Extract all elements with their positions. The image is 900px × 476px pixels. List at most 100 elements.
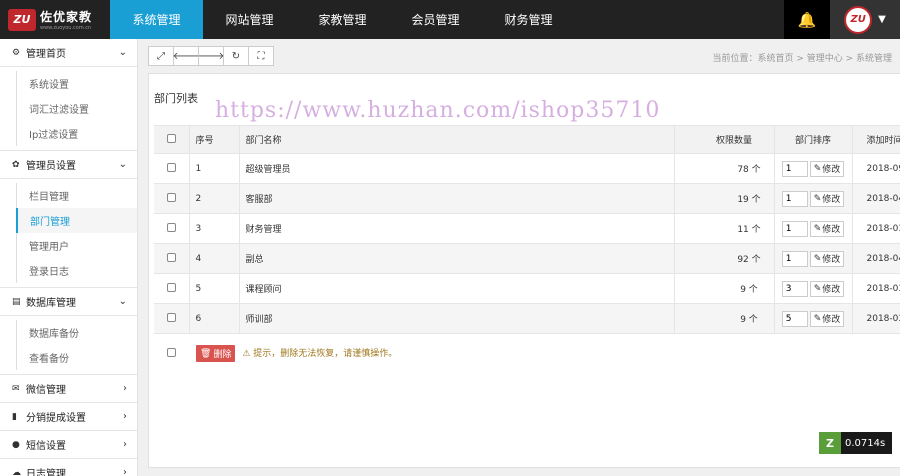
fullscreen-icon[interactable]: ⛶ <box>248 46 274 66</box>
header-name: 部门名称 <box>239 125 674 154</box>
main-nav: 系统管理 网站管理 家教管理 会员管理 财务管理 <box>110 0 575 39</box>
edit-button[interactable]: ✎ 修改 <box>809 190 845 207</box>
row-date: 2018-03- <box>852 213 900 244</box>
table-row: 1超级管理员78 个 ✎修改 2018-09- <box>154 153 900 184</box>
logo-mark: ZU <box>8 8 36 31</box>
edit-button[interactable]: ✎ 修改 <box>809 220 845 237</box>
table-footer-row: 🗑 删除 ⚠ 提示，删除无法恢复，请谨慎操作。 <box>154 333 900 374</box>
sidebar-item-2-2[interactable]: 部门管理 <box>16 208 137 233</box>
nav-item-2[interactable]: 网站管理 <box>203 0 296 39</box>
edit-button[interactable]: ✎ 修改 <box>809 280 845 297</box>
sidebar-item-3-1[interactable]: 数据库备份 <box>16 320 137 345</box>
user-menu[interactable]: ZU ▼ <box>830 0 900 39</box>
logo[interactable]: ZU 佐优家教 www.zuoyou.com.cn <box>0 0 110 39</box>
row-count: 9 个 <box>673 303 775 334</box>
chevron-down-icon: ⌄ <box>118 296 127 307</box>
header-count: 权限数量 <box>673 125 775 154</box>
chevron-right-icon: › <box>123 411 127 422</box>
table-header-row: 序号 部门名称 权限数量 部门排序 添加时间 <box>154 125 900 154</box>
sidebar-group-2[interactable]: ✿ 管理员设置 ⌄ <box>0 151 137 179</box>
row-date: 2018-04- <box>852 183 900 214</box>
sort-input[interactable] <box>781 220 808 237</box>
footer-checkbox[interactable] <box>167 347 176 357</box>
row-checkbox[interactable] <box>166 312 176 322</box>
sidebar-group-6[interactable]: ● 短信设置 › <box>0 431 137 459</box>
row-no: 1 <box>189 153 240 184</box>
row-checkbox[interactable] <box>166 282 176 292</box>
sort-input[interactable] <box>781 310 808 327</box>
sidebar-item-2-3[interactable]: 管理用户 <box>16 233 137 258</box>
nav-item-1[interactable]: 系统管理 <box>110 0 203 39</box>
row-name: 客服部 <box>239 183 674 214</box>
table-row: 6师训部9 个 ✎修改 2018-03- <box>154 303 900 334</box>
sort-input[interactable] <box>781 190 808 207</box>
warning-icon: ⚠ <box>242 348 251 359</box>
panel-title: 部门列表 <box>154 92 198 105</box>
sidebar-item-1-1[interactable]: 系统设置 <box>16 71 137 96</box>
row-no: 3 <box>189 213 240 244</box>
sidebar-group-7[interactable]: ☁ 日志管理 › <box>0 459 137 476</box>
delete-warning: ⚠ 提示，删除无法恢复，请谨慎操作。 <box>242 348 398 359</box>
edit-button[interactable]: ✎ 修改 <box>809 310 845 327</box>
select-all-checkbox[interactable] <box>166 133 176 143</box>
nav-item-5[interactable]: 财务管理 <box>482 0 575 39</box>
edit-icon: ✎ <box>813 283 822 294</box>
top-navbar: ZU 佐优家教 www.zuoyou.com.cn 系统管理 网站管理 家教管理 会员… <box>0 0 900 39</box>
forward-arrow-icon[interactable]: 🡒 <box>198 46 224 66</box>
chevron-right-icon: › <box>123 383 127 394</box>
table-row: 5课程顾问9 个 ✎修改 2018-03- <box>154 273 900 304</box>
logo-name: 佐优家教 <box>40 10 93 24</box>
row-date: 2018-03- <box>852 273 900 304</box>
sidebar-group-4[interactable]: ✉ 微信管理 › <box>0 375 137 403</box>
trash-icon: 🗑 <box>200 348 212 359</box>
sidebar-item-2-4[interactable]: 登录日志 <box>16 258 137 283</box>
row-name: 财务管理 <box>239 213 674 244</box>
row-count: 19 个 <box>673 183 775 214</box>
chart-icon: ▮ <box>12 411 17 422</box>
database-icon: ▤ <box>12 296 21 307</box>
cogs-icon: ⚙ <box>12 47 21 58</box>
timer-logo-icon: Z <box>819 432 841 454</box>
edit-icon: ✎ <box>813 313 822 324</box>
header-no: 序号 <box>189 125 240 154</box>
edit-button[interactable]: ✎ 修改 <box>809 250 845 267</box>
edit-icon: ✎ <box>813 193 822 204</box>
expand-icon[interactable]: ⤢ <box>148 46 174 66</box>
refresh-icon[interactable]: ↻ <box>223 46 249 66</box>
bell-icon[interactable]: 🔔 <box>784 0 830 39</box>
row-name: 副总 <box>239 243 674 274</box>
row-checkbox[interactable] <box>166 222 176 232</box>
nav-item-3[interactable]: 家教管理 <box>296 0 389 39</box>
sidebar-group-5[interactable]: ▮ 分销提成设置 › <box>0 403 137 431</box>
sidebar-group-label: 管理首页 <box>26 49 66 60</box>
delete-button[interactable]: 🗑 删除 <box>196 345 236 363</box>
sidebar-group-label: 微信管理 <box>26 385 66 396</box>
row-count: 78 个 <box>673 153 775 184</box>
edit-icon: ✎ <box>813 163 822 174</box>
sort-input[interactable] <box>781 250 808 267</box>
row-no: 2 <box>189 183 240 214</box>
sidebar-item-2-1[interactable]: 栏目管理 <box>16 183 137 208</box>
edit-button[interactable]: ✎ 修改 <box>809 160 845 177</box>
row-date: 2018-03- <box>852 303 900 334</box>
header-date: 添加时间 <box>852 125 900 154</box>
chevron-down-icon: ⌄ <box>118 47 127 58</box>
sidebar-group-label: 短信设置 <box>26 441 66 452</box>
sidebar-item-3-2[interactable]: 查看备份 <box>16 345 137 370</box>
sidebar-group-1[interactable]: ⚙ 管理首页 ⌄ <box>0 39 137 67</box>
row-count: 11 个 <box>673 213 775 244</box>
gear-icon: ✿ <box>12 159 20 170</box>
nav-item-4[interactable]: 会员管理 <box>389 0 482 39</box>
sidebar-item-1-2[interactable]: 词汇过滤设置 <box>16 96 137 121</box>
sidebar-item-1-3[interactable]: Ip过滤设置 <box>16 121 137 146</box>
chevron-down-icon: ⌄ <box>118 159 127 170</box>
sort-input[interactable] <box>781 160 808 177</box>
back-arrow-icon[interactable]: 🡐 <box>173 46 199 66</box>
timer-value: 0.0714s <box>845 437 886 449</box>
table-row: 3财务管理11 个 ✎修改 2018-03- <box>154 213 900 244</box>
sidebar-group-3[interactable]: ▤ 数据库管理 ⌄ <box>0 288 137 316</box>
row-checkbox[interactable] <box>166 192 176 202</box>
row-checkbox[interactable] <box>166 252 176 262</box>
row-checkbox[interactable] <box>166 162 176 172</box>
sort-input[interactable] <box>781 280 808 297</box>
